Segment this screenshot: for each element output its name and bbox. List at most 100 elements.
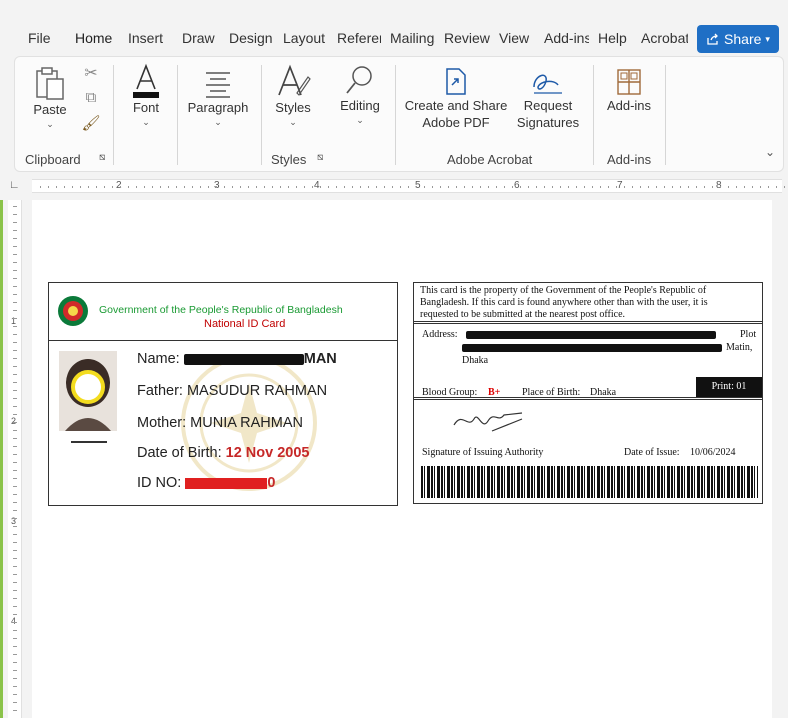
vruler-tick (13, 462, 17, 463)
tab-view[interactable]: View (499, 30, 537, 46)
tab-layout[interactable]: Layout (283, 30, 329, 46)
ruler-tick (64, 186, 65, 188)
ribbon: Paste ⌄ ✂ ⧉ 🖌 Font ⌄ Paragraph ⌄ Styles (14, 56, 784, 172)
vruler-tick (13, 214, 17, 215)
ruler-tick (80, 186, 81, 188)
ruler-tick (704, 186, 705, 188)
ruler-tick (528, 186, 529, 188)
ruler-tick (208, 186, 209, 188)
tab-home[interactable]: Home (75, 30, 119, 46)
ruler-tick (160, 186, 161, 188)
chevron-down-icon: ⌄ (214, 117, 222, 127)
vruler-tick (13, 646, 17, 647)
ruler-tick (640, 186, 641, 188)
vruler-tick (13, 310, 17, 311)
ruler-tick (632, 186, 633, 188)
vruler-tick (13, 534, 17, 535)
address-tail1: Plot (740, 329, 757, 340)
addins-button[interactable]: Add-ins (600, 67, 658, 114)
ruler-tick (328, 186, 329, 188)
ruler-tick (128, 186, 129, 188)
dialog-launcher-icon[interactable]: ⧅ (99, 152, 105, 163)
copy-icon: ⧉ (85, 89, 97, 106)
holder-signature (71, 441, 107, 443)
styles-label: Styles (275, 100, 311, 115)
tab-references[interactable]: References (337, 30, 381, 46)
format-painter-button[interactable]: 🖌 (81, 115, 101, 132)
ruler-tick (344, 186, 345, 188)
dob-field: Date of Birth: 12 Nov 2005 (137, 445, 309, 461)
font-button[interactable]: Font ⌄ (123, 63, 169, 128)
vruler-tick (13, 614, 17, 615)
ruler-tick (536, 186, 537, 188)
tab-file[interactable]: File (28, 30, 54, 46)
divider (414, 321, 762, 324)
tab-stop-icon[interactable]: ∟ (9, 179, 20, 191)
tab-help[interactable]: Help (598, 30, 634, 46)
group-label-clipboard: Clipboard (25, 152, 81, 167)
address-tail2: Matin, (726, 342, 753, 353)
ruler-tick (216, 186, 217, 188)
ruler-tick (416, 186, 417, 188)
tab-mailings[interactable]: Mailings (390, 30, 435, 46)
ruler-tick (248, 186, 249, 188)
ruler-tick (512, 186, 513, 188)
styles-button[interactable]: Styles ⌄ (269, 63, 317, 128)
ruler-tick (584, 186, 585, 188)
ruler-tick (560, 186, 561, 188)
chevron-down-icon: ⌄ (46, 119, 54, 129)
chevron-down-icon: ▾ (765, 33, 770, 44)
paste-icon (36, 67, 64, 100)
collapse-ribbon-icon[interactable]: ⌄ (765, 145, 775, 159)
paste-button[interactable]: Paste ⌄ (27, 65, 73, 130)
ruler-tick (192, 186, 193, 188)
ruler-tick (88, 186, 89, 188)
editing-button[interactable]: Editing ⌄ (335, 63, 385, 126)
paragraph-button[interactable]: Paragraph ⌄ (185, 67, 251, 128)
vertical-ruler: 1 2 3 4 (8, 200, 22, 718)
vruler-tick (13, 286, 17, 287)
ruler-tick (520, 186, 521, 188)
ruler-tick (720, 186, 721, 188)
vruler-tick (13, 230, 17, 231)
styles-icon (278, 64, 311, 96)
create-share-adobe-pdf-button[interactable]: Create and Share Adobe PDF (401, 67, 511, 131)
tab-review[interactable]: Review (444, 30, 492, 46)
notice-line2: Bangladesh. If this card is found anywhe… (420, 297, 708, 308)
ruler-tick (96, 186, 97, 188)
ruler-tick (688, 186, 689, 188)
ruler-track[interactable]: 2 3 4 5 6 7 8 (32, 179, 785, 193)
tab-addins[interactable]: Add-ins (544, 30, 589, 46)
tab-insert[interactable]: Insert (128, 30, 172, 46)
tab-draw[interactable]: Draw (182, 30, 220, 46)
authority-signature (453, 412, 523, 432)
dialog-launcher-icon[interactable]: ⧅ (317, 152, 323, 163)
father-label: Father: (137, 383, 183, 399)
cut-button[interactable]: ✂ (81, 65, 101, 82)
vruler-tick (13, 350, 17, 351)
copy-button[interactable]: ⧉ (81, 89, 101, 106)
vruler-tick (13, 662, 17, 663)
redaction-bar (462, 344, 722, 352)
ruler-tick (424, 186, 425, 188)
mother-field: Mother: MUNIA RAHMAN (137, 415, 303, 431)
paragraph-align-icon (206, 72, 230, 98)
ruler-tick (136, 186, 137, 188)
ruler-tick (384, 186, 385, 188)
ruler-tick (496, 186, 497, 188)
vruler-tick (13, 206, 17, 207)
request-signatures-button[interactable]: Request Signatures (513, 67, 583, 131)
share-button[interactable]: Share ▾ (697, 25, 779, 53)
editing-label: Editing (340, 98, 380, 113)
father-value: MASUDUR RAHMAN (186, 383, 328, 399)
tab-acrobat[interactable]: Acrobat (641, 30, 688, 46)
vruler-tick (13, 270, 17, 271)
idno-value-tail: 0 (267, 475, 276, 491)
request-sig-label-line2: Signatures (516, 115, 580, 130)
vruler-tick (13, 302, 17, 303)
vruler-tick (13, 222, 17, 223)
tab-design[interactable]: Design (229, 30, 274, 46)
vruler-tick (13, 294, 17, 295)
notice-line1: This card is the property of the Governm… (420, 285, 707, 296)
vruler-tick (13, 238, 17, 239)
